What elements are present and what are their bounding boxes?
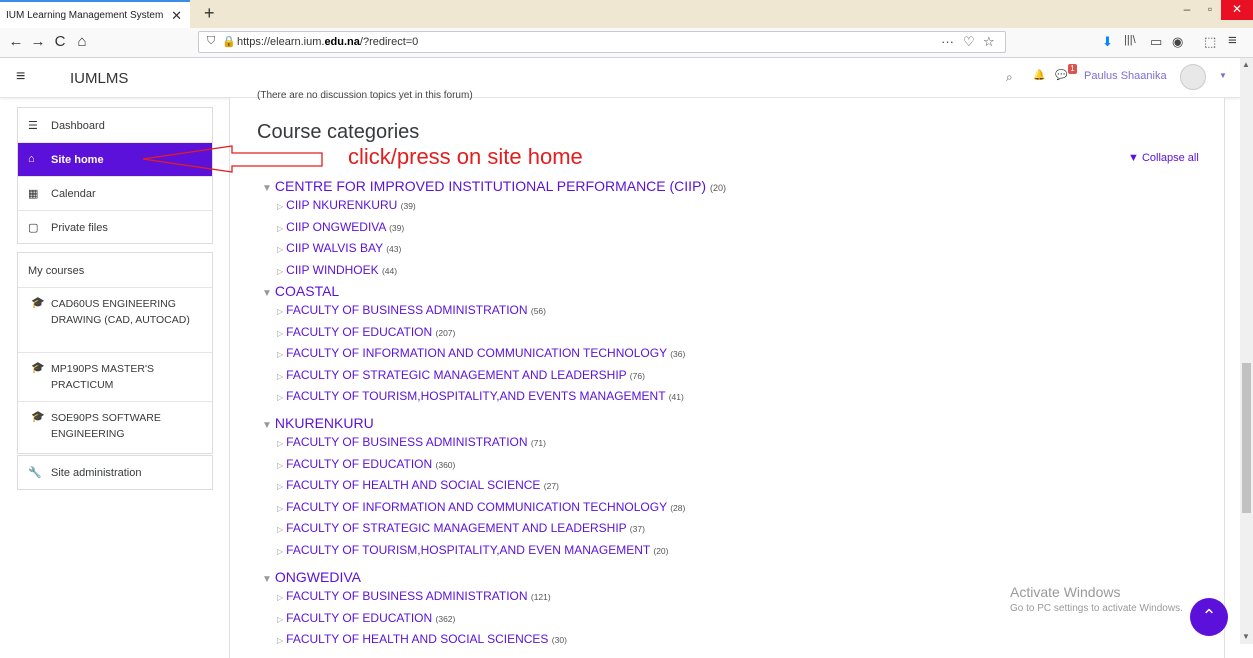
activate-windows-subtitle: Go to PC settings to activate Windows. xyxy=(1010,603,1183,614)
annotation-text: click/press on site home xyxy=(348,144,583,169)
annotation-arrow xyxy=(142,145,323,173)
back-to-top-button[interactable]: ⌃ xyxy=(1190,598,1228,636)
activate-windows-title: Activate Windows xyxy=(1010,584,1121,600)
